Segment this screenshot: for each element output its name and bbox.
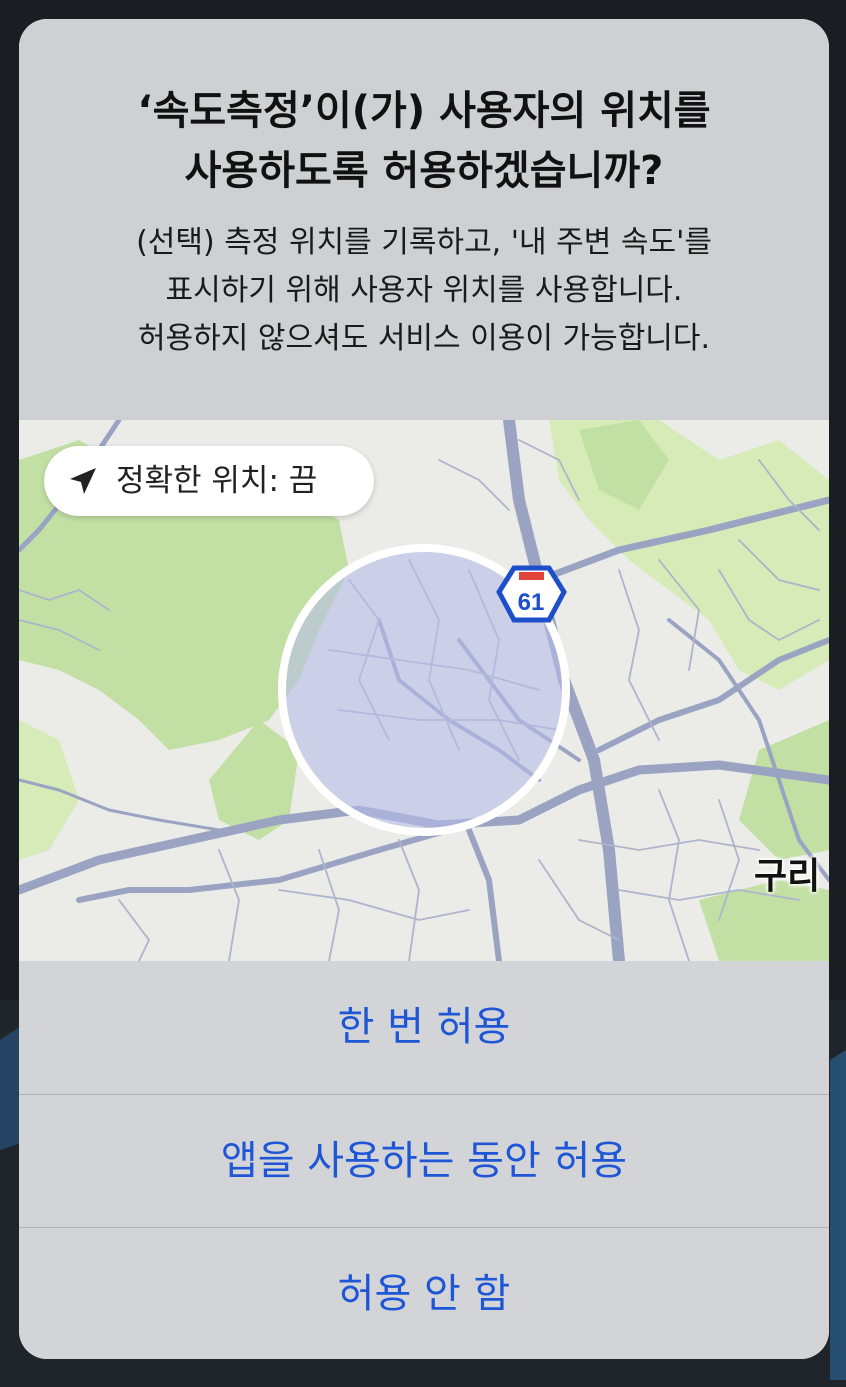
highway-shield-number: 61 [518,589,545,616]
dont-allow-button[interactable]: 허용 안 함 [19,1227,829,1359]
dialog-title: ‘속도측정’이(가) 사용자의 위치를 사용하도록 허용하겠습니까? [49,81,799,201]
location-arrow-icon [70,468,96,494]
location-permission-dialog: ‘속도측정’이(가) 사용자의 위치를 사용하도록 허용하겠습니까? (선택) … [19,19,829,1359]
dialog-message-line: 허용하지 않으셔도 서비스 이용이 가능합니다. [137,321,711,356]
dialog-message: (선택) 측정 위치를 기록하고, '내 주변 속도'를 표시하기 위해 사용자… [49,219,799,363]
allow-while-using-button[interactable]: 앱을 사용하는 동안 허용 [19,1094,829,1227]
dialog-message-line: 표시하기 위해 사용자 위치를 사용합니다. [165,273,683,308]
dialog-header: ‘속도측정’이(가) 사용자의 위치를 사용하도록 허용하겠습니까? (선택) … [19,19,829,420]
dialog-title-line: 사용하도록 허용하겠습니까? [184,148,664,194]
map-city-label: 구리 [754,856,821,897]
location-map: 61 정확한 위치: 끔 구리 [19,420,829,961]
dialog-title-line: ‘속도측정’이(가) 사용자의 위치를 [137,88,711,134]
precise-location-toggle[interactable]: 정확한 위치: 끔 [44,446,374,516]
dialog-message-line: (선택) 측정 위치를 기록하고, '내 주변 속도'를 [136,225,712,260]
precise-location-label: 정확한 위치: 끔 [116,463,318,499]
allow-once-button[interactable]: 한 번 허용 [19,961,829,1093]
